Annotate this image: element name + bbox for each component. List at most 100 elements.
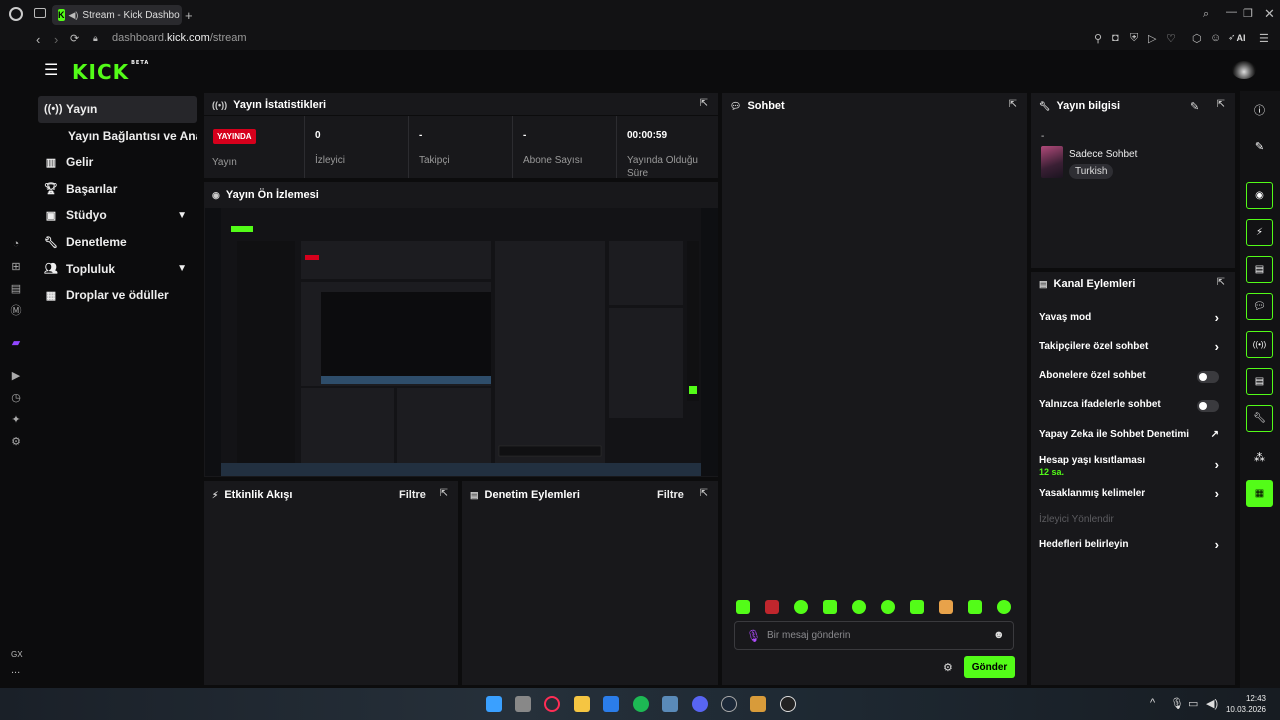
extensions-icon[interactable]: ⬡ bbox=[1192, 32, 1202, 45]
profile-icon[interactable]: ☺ bbox=[1210, 32, 1221, 44]
spotify-icon[interactable] bbox=[633, 696, 649, 712]
nav-item-studyo[interactable]: ▣ Stüdyo ▼ bbox=[32, 202, 197, 229]
app-icon[interactable] bbox=[750, 696, 766, 712]
clock-icon[interactable]: ◷ bbox=[8, 389, 24, 405]
popout-icon[interactable]: ⇱ bbox=[1217, 99, 1225, 110]
emote-icon[interactable] bbox=[910, 600, 924, 614]
action-slow-mode[interactable]: Yavaş mod › bbox=[1031, 304, 1229, 333]
emoji-icon[interactable]: ☻ bbox=[993, 629, 1005, 641]
nav-item-stream-key[interactable]: Yayın Bağlantısı ve Anahtarı bbox=[32, 123, 197, 149]
mail-icon[interactable]: Ⓜ bbox=[8, 302, 24, 318]
minimize-icon[interactable]: — bbox=[1226, 6, 1237, 18]
chat-bubble-icon[interactable]: 💬︎ bbox=[1246, 293, 1273, 320]
action-banned-words[interactable]: Yasaklanmış kelimeler › bbox=[1031, 480, 1229, 509]
wrench-icon[interactable]: 🔧︎ bbox=[1246, 405, 1273, 432]
store-icon[interactable] bbox=[603, 696, 619, 712]
chevron-up-icon[interactable]: ^ bbox=[1150, 697, 1155, 709]
close-window-icon[interactable]: ✕ bbox=[1264, 6, 1275, 22]
document-icon[interactable]: ▤ bbox=[1246, 256, 1273, 283]
heart-icon[interactable]: ♡ bbox=[1166, 32, 1176, 45]
emotes-only-toggle[interactable] bbox=[1197, 400, 1219, 412]
category-name[interactable]: Sadece Sohbet bbox=[1069, 149, 1137, 160]
user-avatar[interactable] bbox=[1232, 61, 1256, 79]
popout-icon[interactable]: ⇱ bbox=[1217, 277, 1225, 288]
network-icon[interactable]: ▭ bbox=[1188, 697, 1198, 710]
play-icon[interactable]: ▷ bbox=[1148, 32, 1156, 45]
broadcast-icon[interactable]: ((•)) bbox=[1246, 331, 1273, 358]
pin-icon[interactable]: ⚲ bbox=[1094, 32, 1102, 45]
activity-filter-button[interactable]: Filtre bbox=[399, 489, 426, 501]
stream-preview[interactable] bbox=[205, 208, 718, 476]
shield-icon[interactable]: ⛨ bbox=[1130, 32, 1138, 45]
emote-icon[interactable] bbox=[852, 600, 866, 614]
nav-item-droplar[interactable]: ▦ Droplar ve ödüller bbox=[32, 282, 197, 309]
restore-icon[interactable]: ❐ bbox=[1243, 7, 1253, 20]
obs-icon[interactable] bbox=[780, 696, 796, 712]
microphone-icon[interactable]: 🎙︎ bbox=[746, 629, 761, 643]
grid-icon[interactable]: ▤ bbox=[8, 280, 24, 296]
popout-icon[interactable]: ⇱ bbox=[700, 98, 708, 109]
send-button[interactable]: Gönder bbox=[964, 656, 1015, 678]
chat-message-input[interactable]: 🎙︎ Bir mesaj gönderin ☻ bbox=[734, 621, 1014, 650]
action-followers-only[interactable]: Takipçilere özel sohbet › bbox=[1031, 333, 1229, 362]
twitch-icon[interactable]: ▰ bbox=[8, 334, 24, 350]
opera-gx-icon[interactable] bbox=[544, 696, 560, 712]
popout-icon[interactable]: ⇱ bbox=[700, 488, 708, 499]
search-icon[interactable]: ⌕ bbox=[1203, 8, 1209, 21]
more-icon[interactable]: ... bbox=[11, 664, 20, 676]
discord-icon[interactable] bbox=[692, 696, 708, 712]
action-account-age[interactable]: Hesap yaşı kısıtlaması 12 sa. › bbox=[1031, 450, 1229, 484]
nav-item-yayin[interactable]: ((•)) Yayın bbox=[38, 96, 197, 123]
emote-icon[interactable] bbox=[968, 600, 982, 614]
emote-icon[interactable] bbox=[881, 600, 895, 614]
puzzle-icon[interactable]: ✦ bbox=[8, 411, 24, 427]
channel-icon[interactable]: ▤ bbox=[1246, 368, 1273, 395]
steam-icon[interactable] bbox=[721, 696, 737, 712]
kick-logo[interactable]: KICK BETA bbox=[72, 60, 149, 84]
subscribers-only-toggle[interactable] bbox=[1197, 371, 1219, 383]
hamburger-menu-icon[interactable]: ☰ bbox=[44, 60, 58, 80]
lightning-icon[interactable]: ⚡︎ bbox=[1246, 219, 1273, 246]
emote-icon[interactable] bbox=[794, 600, 808, 614]
add-widget-icon[interactable]: ⁂ bbox=[1246, 444, 1273, 471]
nav-item-basarilar[interactable]: 🏆︎ Başarılar bbox=[32, 175, 197, 202]
edit-icon[interactable]: ✎ bbox=[1190, 100, 1199, 113]
settings-icon[interactable]: ⚙ bbox=[8, 433, 24, 449]
reload-icon[interactable]: ⟳ bbox=[70, 32, 79, 45]
action-set-goals[interactable]: Hedefleri belirleyin › bbox=[1031, 531, 1229, 560]
new-tab-icon[interactable]: + bbox=[185, 8, 193, 23]
ai-icon[interactable]: ➶ AI bbox=[1228, 32, 1246, 43]
add-icon[interactable]: ▦ bbox=[1246, 480, 1273, 507]
nav-item-denetleme[interactable]: 🔧︎ Denetleme bbox=[32, 229, 197, 256]
forward-icon[interactable]: › bbox=[54, 32, 58, 47]
history-icon[interactable]: ◔ bbox=[8, 236, 24, 252]
task-view-icon[interactable] bbox=[515, 696, 531, 712]
camera-icon[interactable]: ◉ bbox=[1246, 182, 1273, 209]
taskbar-clock[interactable]: 12:43 10.03.2026 bbox=[1226, 693, 1266, 715]
microphone-icon[interactable]: 🎙︎ bbox=[1170, 697, 1184, 710]
edit-icon[interactable]: ✎ bbox=[1246, 133, 1273, 160]
app-icon[interactable] bbox=[662, 696, 678, 712]
emote-icon[interactable] bbox=[736, 600, 750, 614]
browser-tab[interactable]: K ◀) Stream - Kick Dashbo bbox=[52, 5, 182, 25]
url-field[interactable]: dashboard.kick.com/stream bbox=[112, 32, 247, 44]
action-ai-moderation[interactable]: Yapay Zeka ile Sohbet Denetimi ↗ bbox=[1031, 421, 1229, 450]
tab-switcher-icon[interactable] bbox=[34, 8, 46, 18]
file-explorer-icon[interactable] bbox=[574, 696, 590, 712]
emote-icon[interactable] bbox=[997, 600, 1011, 614]
volume-icon[interactable]: ◀) bbox=[1206, 697, 1218, 710]
windows-start-icon[interactable] bbox=[486, 696, 502, 712]
popout-icon[interactable]: ⇱ bbox=[440, 488, 448, 499]
nav-item-topluluk[interactable]: 👥︎ Topluluk ▼ bbox=[32, 255, 197, 282]
emote-icon[interactable] bbox=[823, 600, 837, 614]
emote-icon[interactable] bbox=[765, 600, 779, 614]
popout-icon[interactable]: ⇱ bbox=[1009, 99, 1017, 110]
emote-icon[interactable] bbox=[939, 600, 953, 614]
player-icon[interactable]: ▶ bbox=[8, 367, 24, 383]
opera-icon[interactable] bbox=[9, 7, 23, 21]
chat-settings-icon[interactable]: ⚙ bbox=[943, 661, 953, 674]
menu-icon[interactable]: ☰ bbox=[1259, 32, 1269, 45]
camera-icon[interactable]: ◘ bbox=[1112, 32, 1119, 44]
back-icon[interactable]: ‹ bbox=[36, 32, 40, 47]
bag-icon[interactable]: ⊞ bbox=[8, 258, 24, 274]
